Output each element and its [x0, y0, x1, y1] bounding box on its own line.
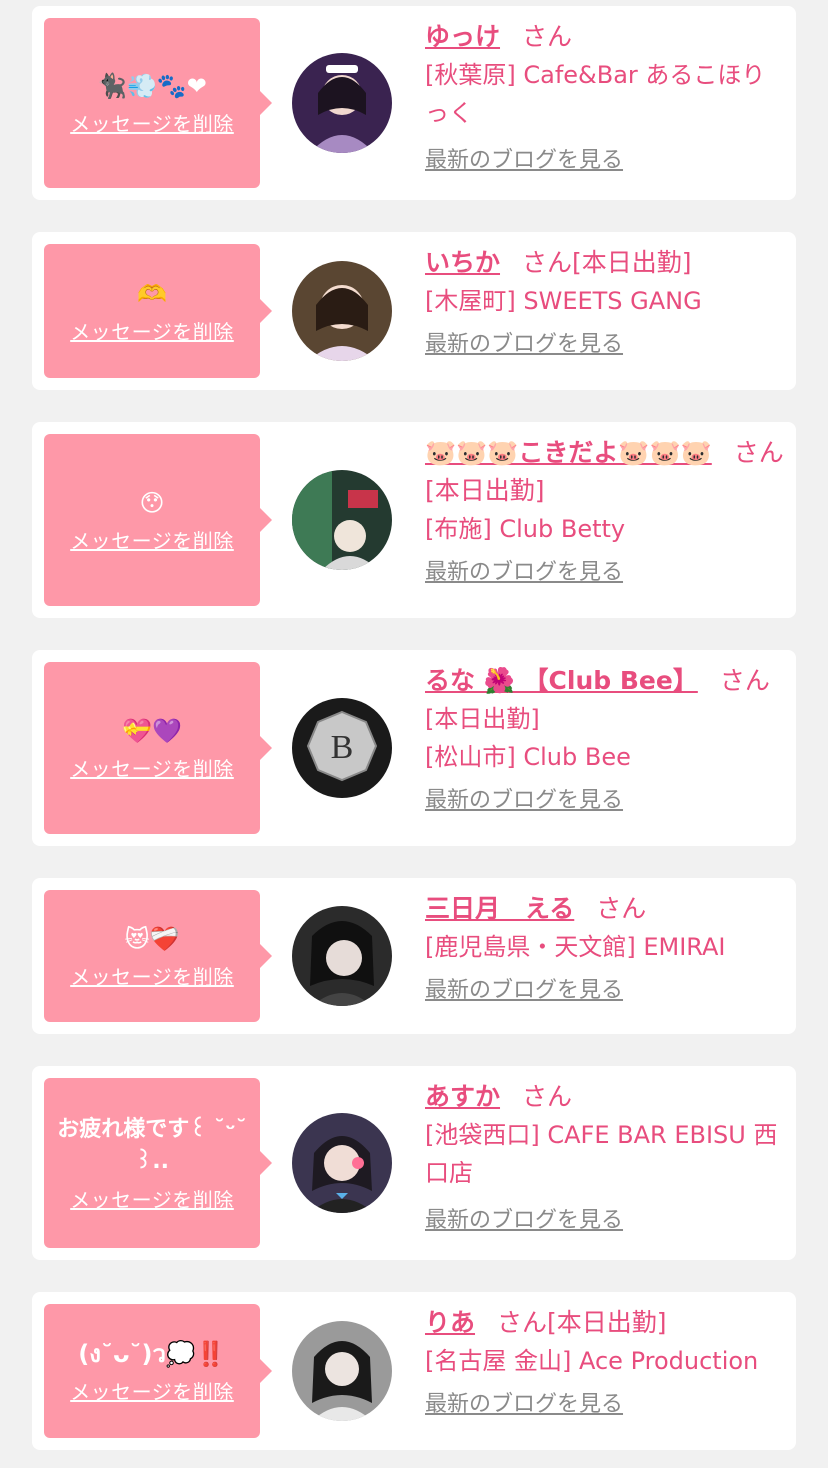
delete-message-link[interactable]: メッセージを削除	[70, 525, 234, 554]
name-line: るな 🌺 【Club Bee】 さん	[425, 662, 784, 700]
delete-message-link[interactable]: メッセージを削除	[70, 753, 234, 782]
shop-name: [池袋西口] CAFE BAR EBISU 西口店	[425, 1121, 778, 1187]
name-line: 三日月 える さん	[425, 890, 784, 928]
cast-name-link[interactable]: 🐷🐷🐷こきだよ🐷🐷🐷	[425, 438, 712, 467]
latest-blog-link[interactable]: 最新のブログを見る	[425, 326, 623, 358]
shop-name: [木屋町] SWEETS GANG	[425, 287, 702, 315]
shop-name: [松山市] Club Bee	[425, 743, 631, 771]
message-card: 💝💜 メッセージを削除 B るな 🌺 【Club Bee】 さん [本日出勤] […	[32, 650, 796, 846]
delete-message-link[interactable]: メッセージを削除	[70, 961, 234, 990]
avatar-photo-icon	[292, 53, 392, 153]
message-text: 🫶	[137, 279, 167, 308]
latest-blog-link[interactable]: 最新のブログを見る	[425, 782, 623, 814]
name-line: あすか さん	[425, 1078, 784, 1116]
message-text: 💝💜	[122, 716, 182, 745]
message-bubble: 🫶 メッセージを削除	[44, 244, 272, 378]
message-bubble: お疲れ様です꒰ ˘ᵕ˘ ꒱.. メッセージを削除	[44, 1078, 272, 1248]
profile-info: いちか さん[本日出勤] [木屋町] SWEETS GANG 最新のブログを見る	[425, 244, 784, 358]
message-card: 😻❤️‍🩹 メッセージを削除 三日月 える さん [鹿児島県・天文館] EMIRA…	[32, 878, 796, 1034]
status-badge: [本日出勤]	[547, 1308, 667, 1337]
name-line: いちか さん[本日出勤]	[425, 244, 784, 282]
status-badge: [本日出勤]	[425, 705, 540, 733]
club-logo-b-icon: B	[292, 698, 392, 798]
profile-info: るな 🌺 【Club Bee】 さん [本日出勤] [松山市] Club Bee …	[425, 662, 784, 814]
latest-blog-link[interactable]: 最新のブログを見る	[425, 554, 623, 586]
avatar-photo-icon	[292, 1321, 392, 1421]
honorific: さん	[522, 248, 573, 277]
avatar[interactable]	[292, 1321, 392, 1421]
cast-name-link[interactable]: いちか	[425, 248, 500, 277]
profile-info: あすか さん [池袋西口] CAFE BAR EBISU 西口店 最新のブログを見…	[425, 1078, 784, 1234]
latest-blog-link[interactable]: 最新のブログを見る	[425, 1386, 623, 1418]
shop-name: [布施] Club Betty	[425, 515, 626, 543]
avatar-photo-icon	[292, 1113, 392, 1213]
avatar[interactable]	[292, 53, 392, 153]
cast-name-link[interactable]: りあ	[425, 1308, 475, 1337]
message-bubble: 💝💜 メッセージを削除	[44, 662, 272, 834]
shop-name: [秋葉原] Cafe&Bar あるこほりっく	[425, 61, 766, 127]
message-card: 🐈‍⬛💨🐾❤ メッセージを削除 ゆっけ さん [秋葉原] Cafe&Bar あるこ…	[32, 6, 796, 200]
message-card: お疲れ様です꒰ ˘ᵕ˘ ꒱.. メッセージを削除 あすか さん [池袋西口] CA…	[32, 1066, 796, 1260]
honorific: さん	[522, 22, 573, 51]
message-text: お疲れ様です꒰ ˘ᵕ˘ ꒱..	[57, 1116, 255, 1174]
message-bubble: (ง˘ᴗ˘)ว💭‼️ メッセージを削除	[44, 1304, 272, 1438]
message-list: 🐈‍⬛💨🐾❤ メッセージを削除 ゆっけ さん [秋葉原] Cafe&Bar あるこ…	[0, 0, 828, 1468]
avatar[interactable]: B	[292, 698, 392, 798]
delete-message-link[interactable]: メッセージを削除	[70, 1376, 234, 1405]
avatar-photo-icon	[292, 261, 392, 361]
status-badge: [本日出勤]	[572, 248, 692, 277]
message-text: 😻❤️‍🩹	[124, 924, 180, 953]
avatar-photo-icon	[292, 470, 392, 570]
profile-info: りあ さん[本日出勤] [名古屋 金山] Ace Production 最新のブロ…	[425, 1304, 784, 1418]
cast-name-link[interactable]: ゆっけ	[425, 22, 500, 51]
name-line: 🐷🐷🐷こきだよ🐷🐷🐷 さん [本日出勤]	[425, 434, 784, 510]
delete-message-link[interactable]: メッセージを削除	[70, 108, 234, 137]
delete-message-link[interactable]: メッセージを削除	[70, 316, 234, 345]
message-text: 😯	[139, 488, 165, 517]
message-text: 🐈‍⬛💨🐾❤	[97, 71, 207, 100]
message-card: 🫶 メッセージを削除 いちか さん[本日出勤] [木屋町] SWEETS GANG…	[32, 232, 796, 390]
svg-text:B: B	[331, 729, 354, 766]
name-line: ゆっけ さん	[425, 18, 784, 56]
cast-name-link[interactable]: るな 🌺 【Club Bee】	[425, 666, 698, 695]
message-bubble: 🐈‍⬛💨🐾❤ メッセージを削除	[44, 18, 272, 188]
avatar[interactable]	[292, 906, 392, 1006]
honorific: さん	[497, 1308, 548, 1337]
cast-name-link[interactable]: あすか	[425, 1082, 500, 1111]
message-card: 😯 メッセージを削除 🐷🐷🐷こきだよ🐷🐷🐷 さん [本日出勤] [布施] Club …	[32, 422, 796, 618]
profile-info: 三日月 える さん [鹿児島県・天文館] EMIRAI 最新のブログを見る	[425, 890, 784, 1004]
cast-name-link[interactable]: 三日月 える	[425, 894, 574, 923]
shop-name: [鹿児島県・天文館] EMIRAI	[425, 933, 726, 961]
status-badge: [本日出勤]	[425, 476, 545, 505]
name-line: りあ さん[本日出勤]	[425, 1304, 784, 1342]
message-bubble: 😻❤️‍🩹 メッセージを削除	[44, 890, 272, 1022]
latest-blog-link[interactable]: 最新のブログを見る	[425, 142, 623, 174]
avatar[interactable]	[292, 470, 392, 570]
avatar[interactable]	[292, 261, 392, 361]
honorific: さん	[733, 438, 784, 467]
message-card: (ง˘ᴗ˘)ว💭‼️ メッセージを削除 りあ さん[本日出勤] [名古屋 金山] …	[32, 1292, 796, 1450]
profile-info: 🐷🐷🐷こきだよ🐷🐷🐷 さん [本日出勤] [布施] Club Betty 最新のブロ…	[425, 434, 784, 586]
honorific: さん	[596, 894, 647, 923]
honorific: さん	[719, 666, 770, 695]
honorific: さん	[522, 1082, 573, 1111]
delete-message-link[interactable]: メッセージを削除	[70, 1184, 234, 1213]
avatar-photo-icon	[292, 906, 392, 1006]
profile-info: ゆっけ さん [秋葉原] Cafe&Bar あるこほりっく 最新のブログを見る	[425, 18, 784, 174]
latest-blog-link[interactable]: 最新のブログを見る	[425, 972, 623, 1004]
shop-name: [名古屋 金山] Ace Production	[425, 1347, 759, 1375]
latest-blog-link[interactable]: 最新のブログを見る	[425, 1202, 623, 1234]
avatar[interactable]	[292, 1113, 392, 1213]
message-text: (ง˘ᴗ˘)ว💭‼️	[78, 1339, 226, 1368]
message-bubble: 😯 メッセージを削除	[44, 434, 272, 606]
